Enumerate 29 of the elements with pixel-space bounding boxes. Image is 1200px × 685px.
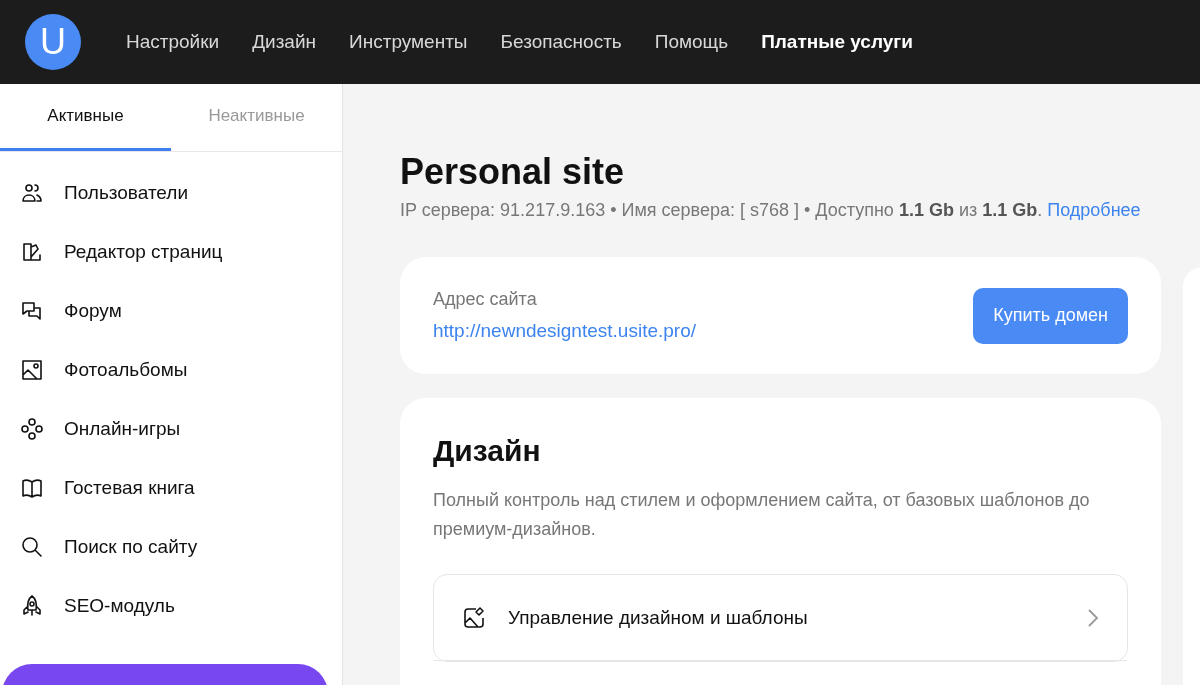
- server-info: IP сервера: 91.217.9.163 • Имя сервера: [ s768 ] • Доступно 1.1 Gb из 1.1 Gb.: [400, 200, 1043, 220]
- section-description: Полный контроль над стилем и оформлением сайта, от базовых шаблонов до премиум-дизайнов.: [433, 489, 1091, 541]
- sidebar-item[interactable]: SEO-модуль: [64, 594, 175, 617]
- site-title: Personal site: [400, 152, 626, 192]
- chevron-right-icon: [1087, 607, 1099, 628]
- image-icon: [20, 357, 44, 382]
- sidebar-item[interactable]: Фотоальбомы: [64, 358, 188, 381]
- sidebar-item[interactable]: Онлайн-игры: [64, 417, 181, 440]
- address-label: Адрес сайта: [433, 289, 538, 310]
- sidebar-item[interactable]: Редактор страниц: [64, 240, 223, 263]
- rocket-icon: [20, 593, 44, 618]
- site-url-link[interactable]: http://newndesigntest.usite.pro/: [433, 320, 696, 342]
- nav-link[interactable]: Помощь: [654, 31, 729, 53]
- list-row[interactable]: Управление дизайном и шаблоны: [434, 575, 1127, 661]
- nav-link[interactable]: Безопасность: [500, 31, 622, 53]
- nav-link[interactable]: Настройки: [126, 31, 220, 53]
- section-title: Дизайн: [433, 434, 542, 468]
- sidebar-item[interactable]: Пользователи: [64, 181, 188, 204]
- sidebar-item[interactable]: Гостевая книга: [64, 476, 195, 499]
- list-row-label: Управление дизайном и шаблоны: [508, 606, 809, 629]
- sidebar-item[interactable]: Поиск по сайту: [64, 535, 198, 558]
- image-brush-icon: [462, 605, 486, 630]
- search-icon: [20, 534, 44, 559]
- gamepad-icon: [20, 416, 44, 441]
- tab[interactable]: Активные: [0, 84, 171, 151]
- nav-link[interactable]: Инструменты: [349, 31, 468, 53]
- sidebar-item[interactable]: Форум: [64, 299, 122, 322]
- nav-link[interactable]: Платные услуги: [761, 31, 913, 53]
- nav-link[interactable]: Дизайн: [252, 31, 317, 53]
